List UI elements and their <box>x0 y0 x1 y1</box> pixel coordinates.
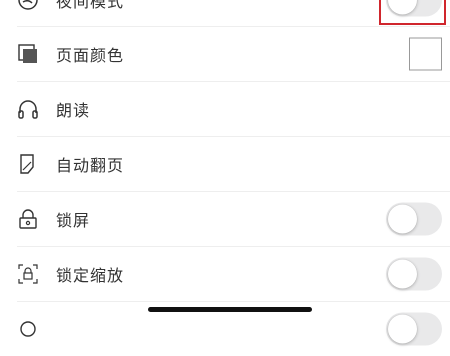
row-auto-page-turn[interactable]: 自动翻页 <box>0 136 450 191</box>
moon-icon <box>17 0 39 11</box>
lock-zoom-label: 锁定缩放 <box>56 265 125 285</box>
night-mode-label: 夜间模式 <box>56 0 125 11</box>
toggle-highlight-box <box>379 0 446 25</box>
row-lock-zoom[interactable]: 锁定缩放 <box>0 246 450 301</box>
row-lock-screen[interactable]: 锁屏 <box>0 191 450 246</box>
home-indicator <box>148 307 312 312</box>
page-color-icon <box>17 43 39 65</box>
toggle-knob <box>388 259 417 288</box>
settings-list: 夜间模式 页面颜色 朗读 自动翻页 锁屏 锁定缩放 <box>0 0 450 345</box>
auto-page-turn-label: 自动翻页 <box>56 155 125 175</box>
toggle-knob <box>388 204 417 233</box>
headphones-icon <box>17 98 39 120</box>
row-page-color[interactable]: 页面颜色 <box>0 26 450 81</box>
lock-screen-toggle[interactable] <box>386 202 442 235</box>
row-night-mode[interactable]: 夜间模式 <box>0 0 450 27</box>
partial-toggle[interactable] <box>386 312 442 345</box>
page-color-label: 页面颜色 <box>56 45 125 65</box>
row-read-aloud[interactable]: 朗读 <box>0 81 450 136</box>
auto-page-icon <box>17 153 39 175</box>
zoom-lock-icon <box>17 263 39 285</box>
lock-screen-label: 锁屏 <box>56 210 91 230</box>
toggle-knob <box>388 314 417 343</box>
lock-zoom-toggle[interactable] <box>386 257 442 290</box>
partial-icon <box>17 318 39 340</box>
page-color-swatch[interactable] <box>409 37 442 70</box>
read-aloud-label: 朗读 <box>56 100 91 120</box>
lock-icon <box>17 208 39 230</box>
